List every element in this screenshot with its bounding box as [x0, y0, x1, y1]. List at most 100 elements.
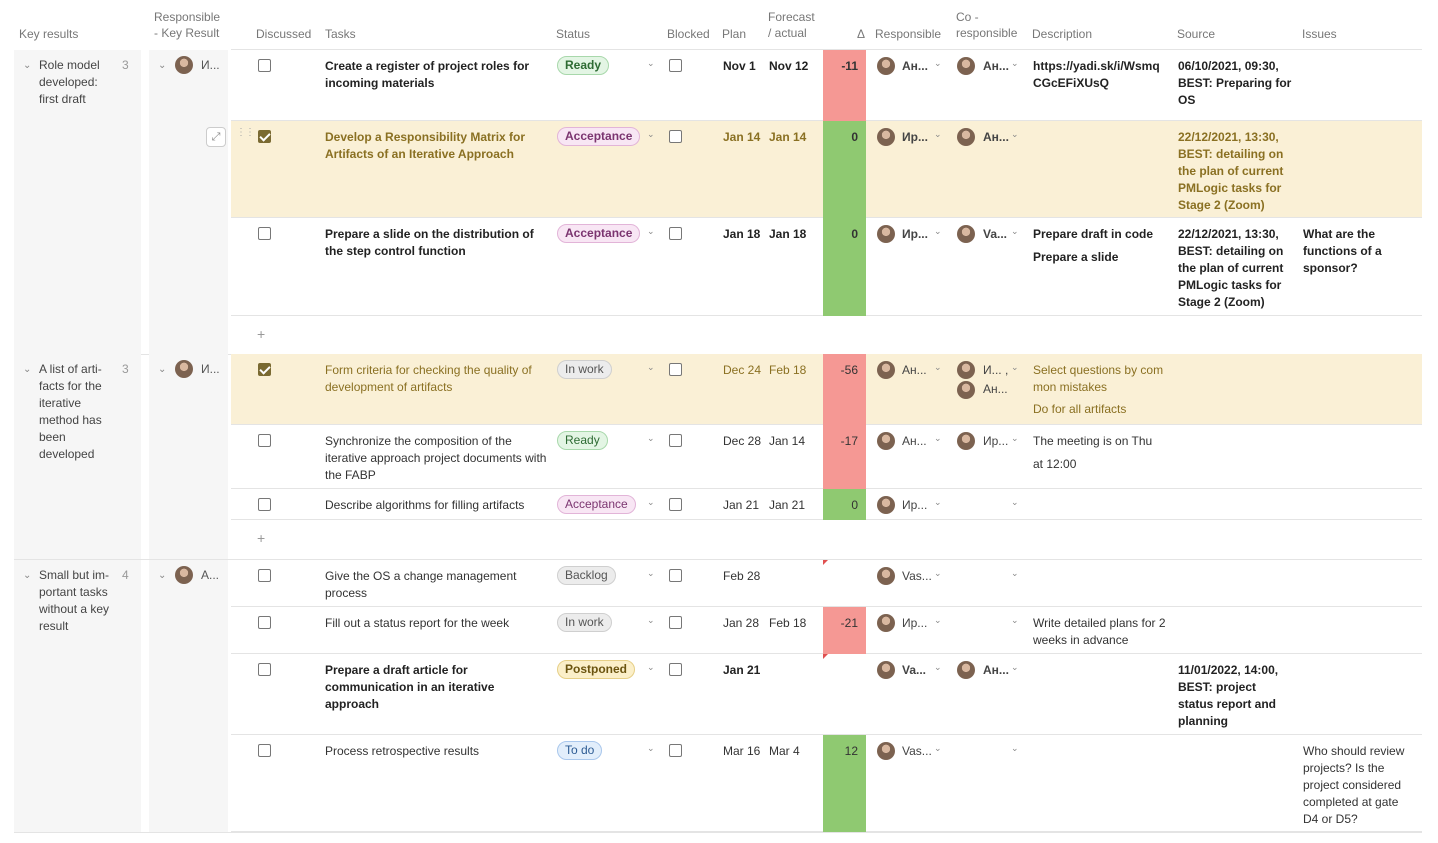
forecast-date[interactable]: Jan 14 — [769, 433, 805, 450]
header-plan[interactable]: Plan — [722, 26, 746, 42]
responsible-avatar[interactable] — [877, 614, 895, 632]
responsible-dropdown-icon[interactable]: ⌄ — [158, 59, 166, 73]
status-dropdown-icon[interactable]: ⌄ — [647, 226, 655, 237]
task-title[interactable]: Give the OS a change management process — [325, 568, 547, 602]
responsible-dropdown-icon[interactable]: ⌄ — [934, 615, 942, 626]
status-dropdown-icon[interactable]: ⌄ — [647, 433, 655, 444]
task-title[interactable]: Create a register of project roles for i… — [325, 58, 547, 92]
task-title[interactable]: Process retrospective results — [325, 743, 547, 760]
plan-date[interactable]: Mar 16 — [723, 743, 760, 760]
header-forecast-actual[interactable]: Forecast / actual — [768, 9, 815, 41]
blocked-checkbox[interactable] — [669, 498, 682, 511]
responsible-dropdown-icon[interactable]: ⌄ — [934, 497, 942, 508]
add-task-button[interactable]: + — [257, 326, 265, 342]
collapse-chevron-icon[interactable]: ⌄ — [23, 59, 31, 73]
co-responsible-name[interactable]: Ан... — [983, 381, 1008, 398]
task-title[interactable]: Prepare a draft article for communicatio… — [325, 662, 547, 713]
responsible-avatar[interactable] — [877, 742, 895, 760]
key-result-title[interactable]: A list of arti-facts for the iterative m… — [39, 361, 111, 463]
co-responsible-dropdown-icon[interactable]: ⌄ — [1011, 615, 1019, 626]
responsible-avatar[interactable] — [877, 432, 895, 450]
source-text[interactable]: 06/10/2021, 09:30, BEST: Preparing for O… — [1178, 58, 1294, 109]
co-responsible-name[interactable]: Ан... — [983, 58, 1009, 75]
plan-date[interactable]: Dec 28 — [723, 433, 761, 450]
status-dropdown-icon[interactable]: ⌄ — [647, 497, 655, 508]
discussed-checkbox[interactable] — [258, 434, 271, 447]
responsible-dropdown-icon[interactable]: ⌄ — [934, 362, 942, 373]
status-badge[interactable]: In work — [557, 613, 612, 632]
key-result-title[interactable]: Small but im-portant tasks without a key… — [39, 567, 111, 635]
co-responsible-avatar[interactable] — [957, 361, 975, 379]
blocked-checkbox[interactable] — [669, 569, 682, 582]
co-responsible-dropdown-icon[interactable]: ⌄ — [1011, 497, 1019, 508]
status-dropdown-icon[interactable]: ⌄ — [647, 743, 655, 754]
co-responsible-dropdown-icon[interactable]: ⌄ — [1011, 129, 1019, 140]
status-dropdown-icon[interactable]: ⌄ — [647, 615, 655, 626]
header-description[interactable]: Description — [1032, 26, 1092, 42]
description-text[interactable]: The meeting is on Thu — [1033, 433, 1167, 450]
avatar[interactable] — [175, 566, 193, 584]
status-dropdown-icon[interactable]: ⌄ — [647, 129, 655, 140]
responsible-name[interactable]: Va... — [902, 662, 926, 679]
discussed-checkbox[interactable] — [258, 744, 271, 757]
co-responsible-name[interactable]: И... , — [983, 362, 1008, 379]
responsible-dropdown-icon[interactable]: ⌄ — [934, 743, 942, 754]
responsible-avatar[interactable] — [877, 661, 895, 679]
forecast-date[interactable]: Mar 4 — [769, 743, 800, 760]
description-text[interactable]: at 12:00 — [1033, 456, 1167, 473]
source-text[interactable]: 22/12/2021, 13:30, BEST: detailing on th… — [1178, 226, 1294, 311]
forecast-date[interactable]: Jan 18 — [769, 226, 806, 243]
blocked-checkbox[interactable] — [669, 616, 682, 629]
discussed-checkbox[interactable] — [258, 616, 271, 629]
drag-handle-icon[interactable]: ⋮⋮ — [236, 127, 255, 138]
collapse-chevron-icon[interactable]: ⌄ — [23, 363, 31, 377]
header-tasks[interactable]: Tasks — [325, 26, 356, 42]
responsible-name[interactable]: Ир... — [902, 129, 928, 146]
responsible-dropdown-icon[interactable]: ⌄ — [934, 568, 942, 579]
co-responsible-dropdown-icon[interactable]: ⌄ — [1011, 433, 1019, 444]
responsible-avatar[interactable] — [877, 567, 895, 585]
responsible-name[interactable]: Vas... — [902, 568, 932, 585]
status-dropdown-icon[interactable]: ⌄ — [647, 362, 655, 373]
plan-date[interactable]: Jan 18 — [723, 226, 760, 243]
forecast-date[interactable]: Feb 18 — [769, 615, 806, 632]
co-responsible-name[interactable]: Ир... — [983, 433, 1008, 450]
plan-date[interactable]: Dec 24 — [723, 362, 761, 379]
responsible-name[interactable]: Ир... — [902, 497, 927, 514]
status-badge[interactable]: Acceptance — [557, 495, 636, 514]
status-badge[interactable]: Ready — [557, 431, 608, 450]
status-dropdown-icon[interactable]: ⌄ — [647, 568, 655, 579]
avatar[interactable] — [175, 56, 193, 74]
co-responsible-name[interactable]: Ан... — [983, 129, 1009, 146]
header-blocked[interactable]: Blocked — [667, 26, 710, 42]
plan-date[interactable]: Jan 21 — [723, 662, 760, 679]
avatar[interactable] — [175, 360, 193, 378]
responsible-avatar[interactable] — [877, 128, 895, 146]
plan-date[interactable]: Nov 1 — [723, 58, 756, 75]
description-text[interactable]: Do for all artifacts — [1033, 401, 1167, 418]
status-badge[interactable]: Acceptance — [557, 224, 641, 243]
status-badge[interactable]: In work — [557, 360, 612, 379]
responsible-dropdown-icon[interactable]: ⌄ — [934, 226, 942, 237]
discussed-checkbox[interactable] — [258, 569, 271, 582]
header-key-results[interactable]: Key results — [19, 26, 78, 42]
header-responsible-key-result[interactable]: Responsible - Key Result — [154, 9, 220, 41]
source-text[interactable]: 22/12/2021, 13:30, BEST: detailing on th… — [1178, 129, 1294, 214]
task-title[interactable]: Fill out a status report for the week — [325, 615, 547, 632]
responsible-dropdown-icon[interactable]: ⌄ — [158, 363, 166, 377]
co-responsible-avatar[interactable] — [957, 128, 975, 146]
issues-text[interactable]: Who should review projects? Is the proje… — [1303, 743, 1413, 828]
co-responsible-avatar[interactable] — [957, 381, 975, 399]
responsible-name[interactable]: Vas... — [902, 743, 932, 760]
blocked-checkbox[interactable] — [669, 59, 682, 72]
plan-date[interactable]: Jan 14 — [723, 129, 760, 146]
header-co-responsible[interactable]: Co - responsible — [956, 9, 1017, 41]
responsible-name[interactable]: Ир... — [902, 226, 928, 243]
issues-text[interactable]: What are the functions of a sponsor? — [1303, 226, 1413, 277]
forecast-date[interactable]: Nov 12 — [769, 58, 808, 75]
status-badge[interactable]: Acceptance — [557, 127, 641, 146]
header-responsible[interactable]: Responsible — [875, 26, 941, 42]
discussed-checkbox[interactable] — [258, 130, 271, 143]
co-responsible-dropdown-icon[interactable]: ⌄ — [1011, 662, 1019, 673]
task-title[interactable]: Prepare a slide on the distribution of t… — [325, 226, 547, 260]
